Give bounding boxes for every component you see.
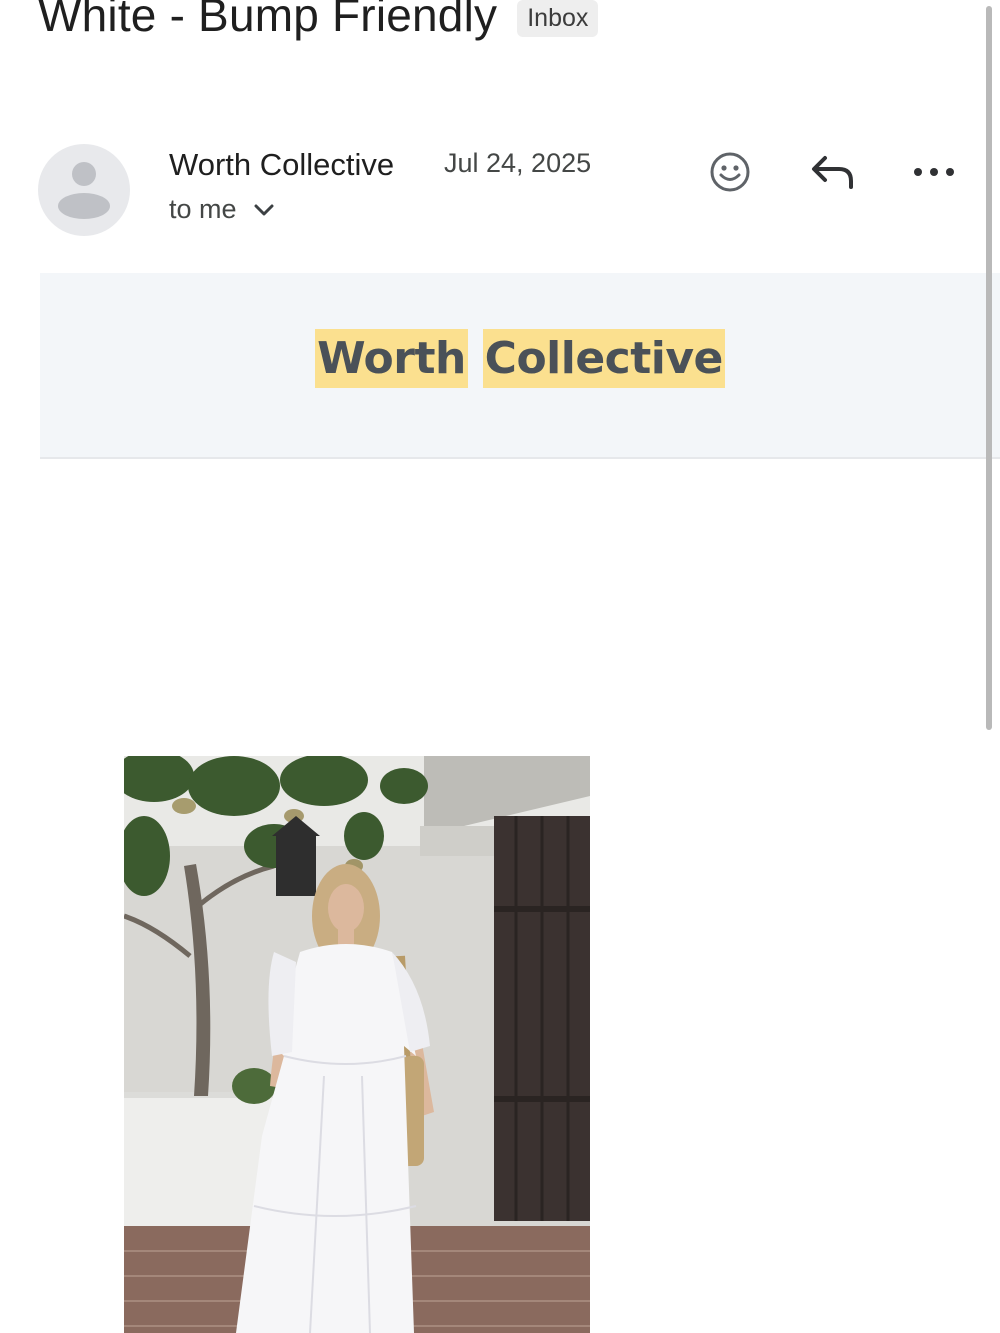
recipient-text: to me: [169, 194, 237, 224]
more-horizontal-icon: [914, 168, 954, 176]
email-subject: White - Bump Friendly: [38, 0, 498, 41]
reply-icon: [812, 156, 853, 189]
recipient-details-toggle[interactable]: to me: [169, 194, 275, 225]
more-options-button[interactable]: [908, 146, 960, 198]
sender-avatar[interactable]: [38, 144, 130, 236]
emoji-reaction-icon: [710, 152, 750, 192]
brand-word-collective: Collective: [482, 329, 725, 388]
add-reaction-button[interactable]: [704, 146, 756, 198]
person-icon: [58, 162, 110, 219]
product-photo-image: [124, 756, 590, 1333]
reply-button[interactable]: [807, 146, 859, 198]
product-photo[interactable]: [124, 756, 590, 1333]
sender-name[interactable]: Worth Collective: [169, 147, 394, 183]
brand-logo[interactable]: Worth Collective: [40, 329, 1000, 388]
email-date: Jul 24, 2025: [444, 148, 592, 178]
inbox-label-chip[interactable]: Inbox: [517, 0, 599, 37]
scrollbar[interactable]: [986, 6, 992, 730]
brand-word-worth: Worth: [315, 329, 468, 388]
email-brand-banner: Worth Collective: [40, 273, 1000, 459]
chevron-down-icon: [254, 204, 274, 215]
subject-row: White - Bump Friendly Inbox: [38, 0, 599, 42]
email-view: White - Bump Friendly Inbox Worth Collec…: [0, 0, 1000, 1333]
